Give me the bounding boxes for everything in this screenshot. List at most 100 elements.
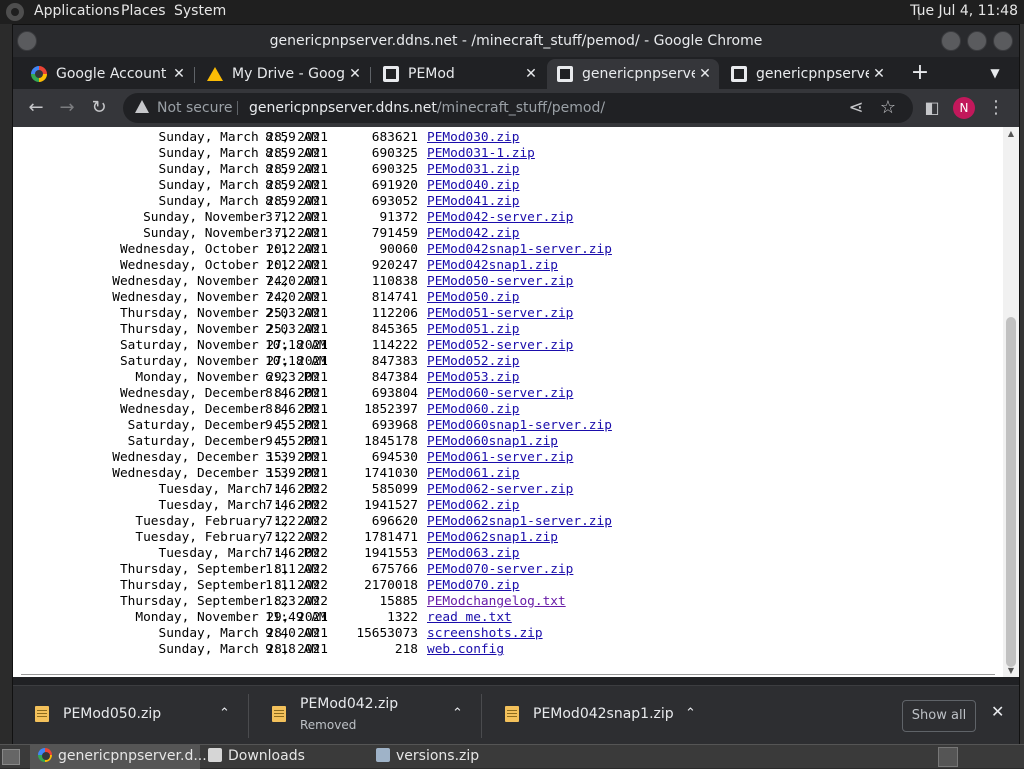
file-link[interactable]: PEMod062.zip: [427, 498, 519, 514]
page-scrollbar[interactable]: ▲ ▼: [1003, 127, 1019, 677]
file-time: 11:49 AM: [265, 610, 327, 625]
file-link[interactable]: PEMod052.zip: [427, 354, 519, 370]
more-menu-icon[interactable]: ⋮: [983, 95, 1009, 121]
listing-row: Wednesday, December 8, 2021 8:46 PM 693804…: [13, 386, 713, 402]
listing-row: Tuesday, March 1, 2022 7:46 PM 1941553 PEMo…: [13, 546, 713, 562]
warning-triangle-icon[interactable]: [135, 100, 149, 113]
url-text[interactable]: genericpnpserver.ddns.net/minecraft_stuf…: [249, 93, 605, 123]
file-link[interactable]: PEMod050.zip: [427, 290, 519, 306]
show-all-button[interactable]: Show all: [902, 700, 976, 732]
file-time: 1:12 AM: [265, 258, 319, 273]
file-link[interactable]: PEMod062snap1.zip: [427, 530, 558, 546]
file-link[interactable]: PEMod063.zip: [427, 546, 519, 562]
taskbar-item-chrome[interactable]: genericpnpserver.d...: [30, 745, 207, 769]
file-link[interactable]: PEMod051-server.zip: [427, 306, 573, 322]
tab-genericpnpserver[interactable]: genericpnpserver.ddns.net ✕: [721, 59, 893, 89]
file-size: 847384: [371, 370, 418, 385]
workspace-switcher-icon[interactable]: [938, 747, 958, 767]
scroll-up-icon[interactable]: ▲: [1006, 129, 1016, 138]
tab-pemod[interactable]: PEMod ✕: [373, 59, 545, 89]
file-link[interactable]: PEMod031-1.zip: [427, 146, 535, 162]
file-link[interactable]: PEMod060snap1-server.zip: [427, 418, 612, 434]
side-panel-icon[interactable]: ◧: [919, 95, 945, 121]
file-time: 8:59 AM: [265, 194, 319, 209]
window-titlebar[interactable]: genericpnpserver.ddns.net - /minecraft_s…: [13, 25, 1019, 57]
chevron-up-icon[interactable]: ⌃: [452, 706, 463, 721]
close-shelf-icon[interactable]: ✕: [991, 702, 1004, 721]
window-menu-icon[interactable]: [17, 31, 37, 51]
tab-close-icon[interactable]: ✕: [171, 59, 187, 89]
file-link[interactable]: PEMod053.zip: [427, 370, 519, 386]
tab-search-chevron-down-icon[interactable]: ▼: [983, 59, 1007, 87]
forward-arrow-icon[interactable]: →: [54, 95, 80, 121]
download-item[interactable]: PEMod042snap1.zip ⌃: [483, 686, 715, 746]
file-link[interactable]: PEMod042snap1.zip: [427, 258, 558, 274]
file-link[interactable]: PEMod042snap1-server.zip: [427, 242, 612, 258]
applications-menu[interactable]: Applications: [34, 3, 120, 19]
bookmark-star-icon[interactable]: ☆: [875, 95, 901, 121]
file-size: 683621: [371, 130, 418, 145]
taskbar-item-versions-zip[interactable]: versions.zip: [376, 745, 536, 769]
show-desktop-icon[interactable]: [2, 749, 20, 765]
new-tab-plus-icon[interactable]: +: [906, 59, 934, 87]
tab-close-icon[interactable]: ✕: [523, 59, 539, 89]
scroll-down-icon[interactable]: ▼: [1006, 666, 1016, 675]
download-item[interactable]: PEMod042.zip Removed ⌃: [250, 686, 482, 746]
reload-icon[interactable]: ↻: [86, 95, 112, 121]
file-link[interactable]: PEMod060snap1.zip: [427, 434, 558, 450]
file-link[interactable]: PEMod070.zip: [427, 578, 519, 594]
distro-logo-icon[interactable]: [6, 3, 24, 21]
download-name: PEMod042snap1.zip: [533, 706, 674, 722]
file-link[interactable]: PEMod042-server.zip: [427, 210, 573, 226]
chrome-icon: [38, 748, 52, 762]
file-link[interactable]: web.config: [427, 642, 504, 658]
listing-row: Thursday, November 25, 2021 2:03 AM 112206…: [13, 306, 713, 322]
chevron-up-icon[interactable]: ⌃: [685, 706, 696, 721]
tab-close-icon[interactable]: ✕: [871, 59, 887, 89]
file-link[interactable]: PEMod062-server.zip: [427, 482, 573, 498]
minimize-icon[interactable]: [941, 31, 961, 51]
file-link[interactable]: PEMod061-server.zip: [427, 450, 573, 466]
file-link[interactable]: PEMod070-server.zip: [427, 562, 573, 578]
file-link[interactable]: PEMod031.zip: [427, 162, 519, 178]
address-bar[interactable]: Not secure genericpnpserver.ddns.net/min…: [123, 93, 913, 123]
file-time: 10:18 AM: [265, 338, 327, 353]
taskbar-item-downloads[interactable]: Downloads: [208, 745, 368, 769]
file-link[interactable]: PEMod030.zip: [427, 130, 519, 146]
file-size: 1781471: [364, 530, 418, 545]
tab-google-account[interactable]: Google Account ✕: [21, 59, 193, 89]
file-link[interactable]: PEMod060.zip: [427, 402, 519, 418]
tab-close-icon[interactable]: ✕: [347, 59, 363, 89]
file-link[interactable]: read me.txt: [427, 610, 512, 626]
file-link[interactable]: PEMod062snap1-server.zip: [427, 514, 612, 530]
system-menu[interactable]: System: [174, 3, 226, 19]
share-icon[interactable]: ⋖: [843, 95, 869, 121]
file-link[interactable]: PEMod040.zip: [427, 178, 519, 194]
file-link[interactable]: PEMod060-server.zip: [427, 386, 573, 402]
profile-avatar[interactable]: N: [953, 97, 975, 119]
close-window-icon[interactable]: [993, 31, 1013, 51]
file-size: 1941553: [364, 546, 418, 561]
back-arrow-icon[interactable]: ←: [23, 95, 49, 121]
file-link[interactable]: PEMod051.zip: [427, 322, 519, 338]
not-secure-label[interactable]: Not secure: [157, 93, 233, 123]
download-item[interactable]: PEMod050.zip ⌃: [13, 686, 249, 746]
listing-row: Thursday, November 25, 2021 2:03 AM 845365…: [13, 322, 713, 338]
tab-genericpnpserver-active[interactable]: genericpnpserver.ddns.net ✕: [547, 59, 719, 89]
file-link[interactable]: PEModchangelog.txt: [427, 594, 566, 610]
file-link[interactable]: PEMod041.zip: [427, 194, 519, 210]
maximize-icon[interactable]: [967, 31, 987, 51]
scrollbar-thumb[interactable]: [1006, 317, 1016, 667]
file-link[interactable]: PEMod050-server.zip: [427, 274, 573, 290]
places-menu[interactable]: Places: [121, 3, 166, 19]
file-link[interactable]: PEMod061.zip: [427, 466, 519, 482]
clock[interactable]: Tue Jul 4, 11:48: [910, 3, 1018, 19]
file-link[interactable]: PEMod052-server.zip: [427, 338, 573, 354]
file-link[interactable]: screenshots.zip: [427, 626, 543, 642]
file-size: 15653073: [356, 626, 418, 641]
tab-close-icon[interactable]: ✕: [697, 59, 713, 89]
tab-my-drive[interactable]: My Drive - Google Drive ✕: [197, 59, 369, 89]
folder-icon: [208, 748, 222, 762]
file-link[interactable]: PEMod042.zip: [427, 226, 519, 242]
chevron-up-icon[interactable]: ⌃: [219, 706, 230, 721]
